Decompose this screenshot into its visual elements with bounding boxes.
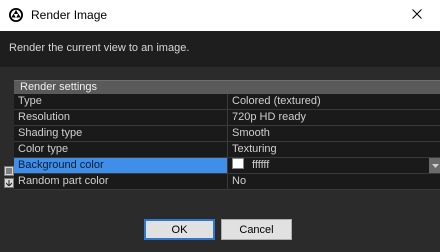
close-button[interactable] bbox=[394, 0, 440, 31]
window-title: Render Image bbox=[31, 8, 108, 22]
ok-button[interactable]: OK bbox=[144, 219, 215, 240]
property-value-color[interactable]: ffffff bbox=[228, 158, 440, 173]
color-hex: ffffff bbox=[252, 159, 270, 171]
property-row-background-color[interactable]: Background color ffffff bbox=[14, 158, 440, 174]
section-header[interactable]: Render settings bbox=[14, 80, 440, 94]
property-row-type[interactable]: Type Colored (textured) bbox=[14, 94, 440, 110]
close-icon bbox=[412, 9, 422, 22]
sort-alphabetical-button[interactable] bbox=[4, 178, 14, 188]
description-text: Render the current view to an image. bbox=[9, 42, 190, 54]
property-value[interactable]: No bbox=[228, 174, 440, 189]
property-name: Color type bbox=[14, 142, 228, 157]
description-area: Render the current view to an image. bbox=[0, 31, 440, 67]
property-name: Type bbox=[14, 94, 228, 109]
color-swatch bbox=[232, 158, 244, 169]
cancel-button[interactable]: Cancel bbox=[221, 219, 292, 240]
aperture-icon bbox=[8, 7, 24, 23]
property-name: Shading type bbox=[14, 126, 228, 141]
property-name: Random part color bbox=[14, 174, 228, 189]
property-row-color-type[interactable]: Color type Texturing bbox=[14, 142, 440, 158]
grid-body: Type Colored (textured) Resolution 720p … bbox=[14, 94, 440, 190]
property-row-random-part-color[interactable]: Random part color No bbox=[14, 174, 440, 190]
section-title: Render settings bbox=[20, 81, 98, 93]
property-value[interactable]: Colored (textured) bbox=[228, 94, 440, 109]
property-row-resolution[interactable]: Resolution 720p HD ready bbox=[14, 110, 440, 126]
property-value[interactable]: Texturing bbox=[228, 142, 440, 157]
property-value[interactable]: Smooth bbox=[228, 126, 440, 141]
color-dropdown-button[interactable] bbox=[429, 158, 440, 173]
property-name: Background color bbox=[14, 158, 228, 173]
property-value[interactable]: 720p HD ready bbox=[228, 110, 440, 125]
sort-categorized-button[interactable] bbox=[4, 166, 14, 176]
title-bar: Render Image bbox=[0, 0, 440, 31]
chevron-down-icon bbox=[431, 158, 439, 173]
property-name: Resolution bbox=[14, 110, 228, 125]
property-row-shading-type[interactable]: Shading type Smooth bbox=[14, 126, 440, 142]
property-grid: Render settings Type Colored (textured) … bbox=[2, 80, 440, 190]
